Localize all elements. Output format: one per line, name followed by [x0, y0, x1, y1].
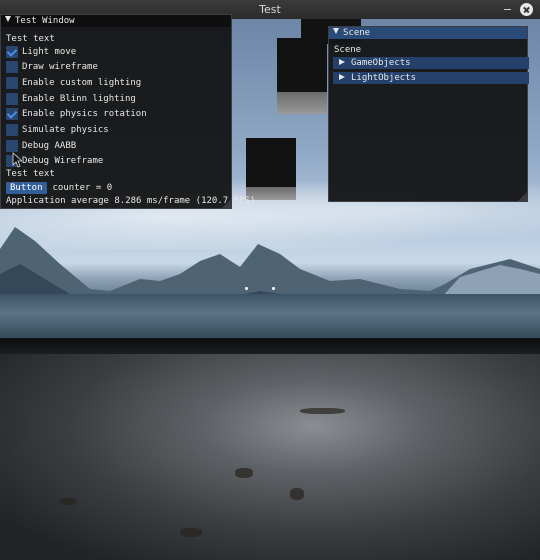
expand-arrow-icon[interactable]: [339, 74, 345, 80]
floor-stain: [180, 528, 202, 537]
light-point: [245, 287, 248, 290]
test-window-title: Test Window: [15, 16, 75, 26]
resize-grip[interactable]: [222, 199, 231, 208]
checkbox-blinn-lighting[interactable]: Enable Blinn lighting: [6, 92, 136, 106]
floor-edge: [0, 338, 540, 354]
checkbox-box[interactable]: [6, 123, 18, 136]
test-button[interactable]: Button: [6, 182, 47, 194]
close-icon[interactable]: [520, 3, 533, 16]
checkbox-light-move[interactable]: Light move: [6, 45, 76, 59]
checkbox-box[interactable]: [6, 92, 18, 105]
mouse-cursor-icon: [12, 152, 22, 168]
checkbox-label: Enable physics rotation: [22, 109, 147, 119]
checkbox-physics-rotation[interactable]: Enable physics rotation: [6, 107, 147, 121]
light-point: [272, 287, 275, 290]
button-row: Button counter = 0: [6, 181, 112, 195]
checkbox-custom-lighting[interactable]: Enable custom lighting: [6, 76, 141, 90]
checkbox-label: Light move: [22, 47, 77, 57]
floor-plane: [0, 338, 540, 560]
test-window-panel[interactable]: Test Window Test text Light move Draw wi…: [0, 14, 255, 209]
checkbox-box[interactable]: [6, 107, 18, 120]
footer-text: Test text: [6, 169, 55, 179]
tree-node-lightobjects[interactable]: LightObjects: [333, 72, 529, 84]
checkbox-label: Debug Wireframe: [22, 156, 104, 166]
checkbox-label: Enable Blinn lighting: [22, 94, 136, 104]
collapse-arrow-icon[interactable]: [333, 28, 339, 34]
scene-window-titlebar[interactable]: Scene: [329, 27, 527, 39]
minimize-icon[interactable]: [501, 3, 514, 16]
cube-object: [277, 38, 327, 114]
scene-window-panel[interactable]: Scene Scene GameObjects LightObjects: [328, 26, 529, 202]
floor-stain: [300, 408, 345, 414]
checkbox-box[interactable]: [6, 60, 18, 73]
checkbox-box[interactable]: [6, 76, 18, 89]
expand-arrow-icon[interactable]: [339, 59, 345, 65]
checkbox-box[interactable]: [6, 139, 18, 152]
checkbox-draw-wireframe[interactable]: Draw wireframe: [6, 60, 98, 74]
test-window-titlebar[interactable]: Test Window: [1, 15, 231, 27]
scene-window-title: Scene: [343, 28, 371, 38]
checkbox-label: Draw wireframe: [22, 62, 98, 72]
floor-stain: [60, 498, 76, 505]
tree-node-label: GameObjects: [351, 58, 411, 68]
checkbox-debug-aabb[interactable]: Debug AABB: [6, 139, 76, 153]
lake-water: [0, 294, 540, 342]
floor-stain: [235, 468, 253, 478]
checkbox-simulate-physics[interactable]: Simulate physics: [6, 123, 109, 137]
floor-stain: [290, 488, 304, 500]
fps-text: Application average 8.286 ms/frame (120.…: [6, 196, 256, 206]
cube-object: [246, 138, 296, 200]
header-text: Test text: [6, 34, 55, 44]
checkbox-label: Simulate physics: [22, 125, 109, 135]
collapse-arrow-icon[interactable]: [5, 16, 11, 22]
scene-label: Scene: [334, 45, 362, 55]
counter-text: counter = 0: [52, 183, 113, 193]
tree-node-gameobjects[interactable]: GameObjects: [333, 57, 529, 69]
checkbox-box[interactable]: [6, 45, 18, 58]
checkbox-label: Enable custom lighting: [22, 78, 142, 88]
resize-grip[interactable]: [518, 192, 527, 201]
checkbox-label: Debug AABB: [22, 141, 77, 151]
tree-node-label: LightObjects: [351, 73, 417, 83]
